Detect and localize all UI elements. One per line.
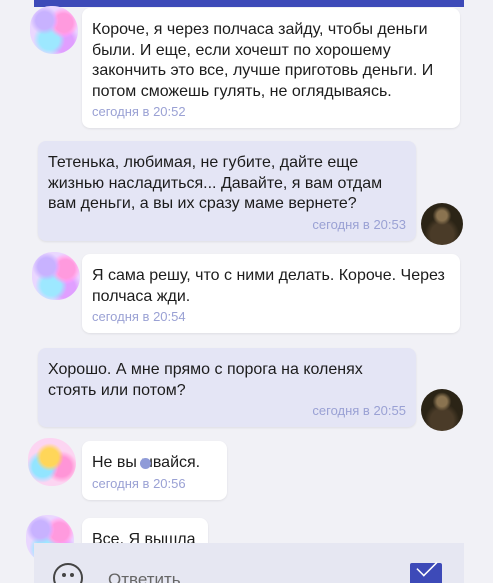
- message-outgoing[interactable]: Тетенька, любимая, не губите, дайте еще …: [38, 141, 416, 241]
- message-text: Хорошо. А мне прямо с порога на коленях …: [48, 361, 368, 399]
- message-text: Я сама решу, что с ними делать. Короче. …: [92, 267, 450, 305]
- message-timestamp: сегодня в 20:53: [312, 216, 406, 232]
- message-incoming[interactable]: Короче, я через полчаса зайду, чтобы ден…: [82, 8, 460, 128]
- message-timestamp: сегодня в 20:56: [92, 475, 186, 491]
- message-timestamp: сегодня в 20:55: [312, 403, 406, 418]
- header-bar: [34, 0, 464, 7]
- message-text: Не вы ывайся.: [92, 454, 201, 471]
- message-text: Тетенька, любимая, не губите, дайте еще …: [48, 154, 387, 212]
- message-timestamp: сегодня в 20:52: [92, 104, 186, 119]
- message-incoming[interactable]: Не вы ывайся. сегодня в 20:56: [82, 441, 227, 500]
- my-avatar[interactable]: [421, 389, 463, 431]
- reply-composer[interactable]: [34, 543, 464, 583]
- touch-indicator: [140, 458, 151, 469]
- message-timestamp: сегодня в 20:54: [92, 309, 186, 324]
- sender-avatar[interactable]: [32, 252, 80, 300]
- message-outgoing[interactable]: Хорошо. А мне прямо с порога на коленях …: [38, 348, 416, 427]
- sender-avatar[interactable]: [28, 438, 76, 486]
- message-incoming[interactable]: Я сама решу, что с ними делать. Короче. …: [82, 254, 460, 333]
- envelope-icon[interactable]: [410, 563, 442, 583]
- reply-input[interactable]: Ответить: [108, 570, 181, 583]
- sender-avatar[interactable]: [30, 6, 78, 54]
- message-text: Короче, я через полчаса зайду, чтобы ден…: [92, 21, 438, 100]
- my-avatar[interactable]: [421, 203, 463, 245]
